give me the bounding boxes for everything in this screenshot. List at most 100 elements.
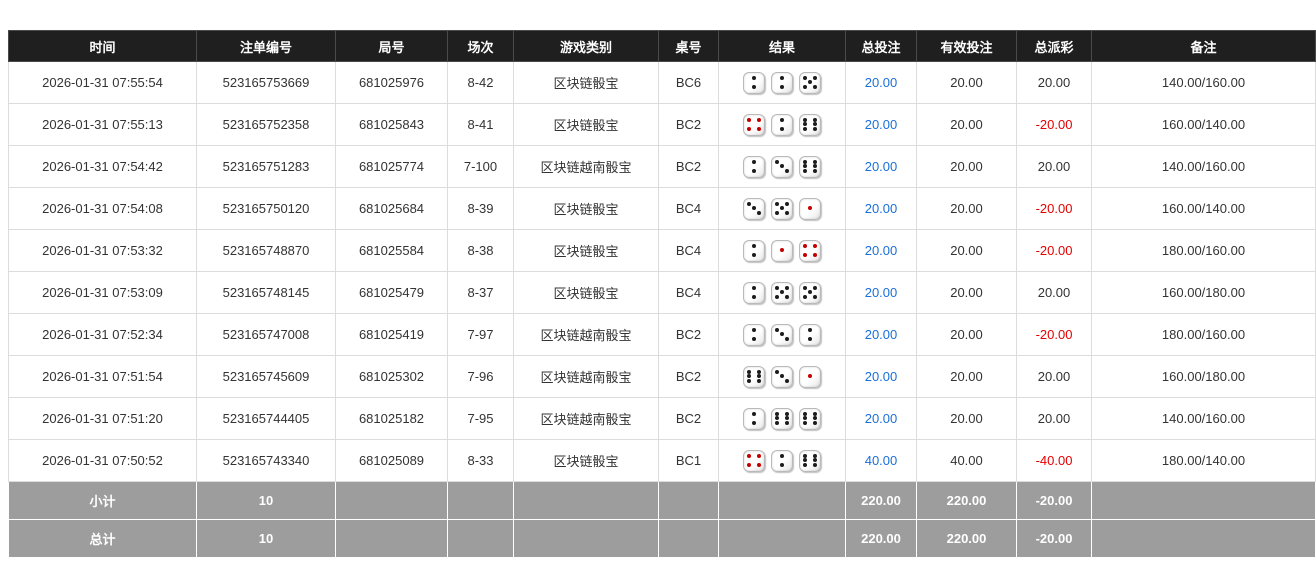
cell-round-id: 681025089: [335, 439, 448, 482]
die-pip: [756, 127, 761, 132]
cell-total-bet-link[interactable]: 20.00: [845, 229, 917, 272]
cell-total-bet-link[interactable]: 20.00: [845, 355, 917, 398]
cell-bet-id: 523165751283: [196, 145, 336, 188]
die-pip-cell: [812, 127, 817, 132]
die-pip: [756, 379, 761, 384]
cell-valid-bet: 20.00: [916, 103, 1017, 146]
cell-total-bet-link[interactable]: 20.00: [845, 103, 917, 146]
die-pip: [784, 169, 789, 174]
die-pip-cell: [756, 169, 761, 174]
cell-round-id: 681025774: [335, 145, 448, 188]
die-pip-cell: [756, 253, 761, 258]
footer-result: [718, 481, 846, 520]
cell-remark: 140.00/160.00: [1091, 145, 1316, 188]
die-2-icon: [743, 155, 765, 178]
cell-valid-bet: 20.00: [916, 61, 1017, 104]
die-2-icon: [743, 323, 765, 346]
table-row: 2026-01-31 07:51:20 523165744405 681025182…: [8, 397, 1316, 440]
cell-bet-id: 523165745609: [196, 355, 336, 398]
footer-valid-bet: 220.00: [916, 481, 1017, 520]
die-pip: [812, 127, 817, 132]
cell-game-type: 区块链骰宝: [513, 271, 659, 314]
footer-label: 总计: [8, 519, 197, 558]
table-row: 2026-01-31 07:50:52 523165743340 681025089…: [8, 439, 1316, 482]
cell-result: [718, 103, 846, 146]
cell-result: [718, 229, 846, 272]
cell-time: 2026-01-31 07:55:13: [8, 103, 197, 146]
footer-valid-bet: 220.00: [916, 519, 1017, 558]
die-pip: [812, 295, 817, 300]
cell-time: 2026-01-31 07:55:54: [8, 61, 197, 104]
table-header: 时间 注单编号 局号 场次 游戏类别 桌号 结果 总投注 有效投注 总派彩 备注: [8, 30, 1316, 62]
die-2-icon: [771, 113, 793, 136]
col-header-table-no: 桌号: [658, 30, 719, 62]
cell-remark: 140.00/160.00: [1091, 61, 1316, 104]
bet-records-table: 时间 注单编号 局号 场次 游戏类别 桌号 结果 总投注 有效投注 总派彩 备注…: [8, 30, 1316, 558]
die-pip: [784, 295, 789, 300]
die-5-icon: [771, 197, 793, 220]
die-pip-cell: [756, 379, 761, 384]
cell-total-bet-link[interactable]: 20.00: [845, 271, 917, 314]
table-row: 2026-01-31 07:54:08 523165750120 681025684…: [8, 187, 1316, 230]
footer-table-no: [658, 519, 719, 558]
die-3-icon: [771, 155, 793, 178]
footer-payout: -20.00: [1016, 481, 1092, 520]
cell-session: 7-100: [447, 145, 514, 188]
die-2-icon: [743, 407, 765, 430]
cell-total-bet-link[interactable]: 20.00: [845, 313, 917, 356]
die-pip: [812, 169, 817, 174]
cell-time: 2026-01-31 07:53:09: [8, 271, 197, 314]
cell-total-bet-link[interactable]: 20.00: [845, 61, 917, 104]
cell-round-id: 681025182: [335, 397, 448, 440]
table-row: 2026-01-31 07:54:42 523165751283 681025774…: [8, 145, 1316, 188]
cell-time: 2026-01-31 07:51:20: [8, 397, 197, 440]
die-2-icon: [743, 71, 765, 94]
cell-valid-bet: 20.00: [916, 271, 1017, 314]
die-6-icon: [799, 113, 821, 136]
cell-table-no: BC2: [658, 397, 719, 440]
die-pip-cell: [812, 169, 817, 174]
table-row: 2026-01-31 07:55:54 523165753669 681025976…: [8, 61, 1316, 104]
die-pip: [812, 85, 817, 90]
cell-game-type: 区块链骰宝: [513, 439, 659, 482]
cell-session: 7-96: [447, 355, 514, 398]
cell-total-bet-link[interactable]: 20.00: [845, 145, 917, 188]
cell-table-no: BC1: [658, 439, 719, 482]
footer-remark: [1091, 481, 1316, 520]
die-pip-cell: [784, 379, 789, 384]
footer-session: [447, 481, 514, 520]
die-pip-cell: [756, 85, 761, 90]
die-3-icon: [771, 323, 793, 346]
cell-game-type: 区块链越南骰宝: [513, 355, 659, 398]
col-header-time: 时间: [8, 30, 197, 62]
col-header-session: 场次: [447, 30, 514, 62]
die-6-icon: [799, 449, 821, 472]
cell-game-type: 区块链骰宝: [513, 229, 659, 272]
cell-total-bet-link[interactable]: 40.00: [845, 439, 917, 482]
cell-payout: -20.00: [1016, 229, 1092, 272]
cell-bet-id: 523165752358: [196, 103, 336, 146]
cell-payout: -40.00: [1016, 439, 1092, 482]
cell-session: 8-33: [447, 439, 514, 482]
die-5-icon: [799, 71, 821, 94]
die-pip: [812, 463, 817, 468]
die-2-icon: [771, 71, 793, 94]
cell-session: 8-42: [447, 61, 514, 104]
footer-game-type: [513, 519, 659, 558]
cell-total-bet-link[interactable]: 20.00: [845, 187, 917, 230]
footer-session: [447, 519, 514, 558]
die-pip: [812, 421, 817, 426]
cell-payout: 20.00: [1016, 145, 1092, 188]
die-pip-cell: [756, 127, 761, 132]
cell-table-no: BC4: [658, 187, 719, 230]
col-header-valid-bet: 有效投注: [916, 30, 1017, 62]
col-header-round-id: 局号: [335, 30, 448, 62]
cell-round-id: 681025302: [335, 355, 448, 398]
cell-total-bet-link[interactable]: 20.00: [845, 397, 917, 440]
cell-round-id: 681025684: [335, 187, 448, 230]
cell-time: 2026-01-31 07:53:32: [8, 229, 197, 272]
cell-game-type: 区块链越南骰宝: [513, 397, 659, 440]
cell-remark: 160.00/140.00: [1091, 103, 1316, 146]
col-header-game-type: 游戏类别: [513, 30, 659, 62]
cell-result: [718, 313, 846, 356]
